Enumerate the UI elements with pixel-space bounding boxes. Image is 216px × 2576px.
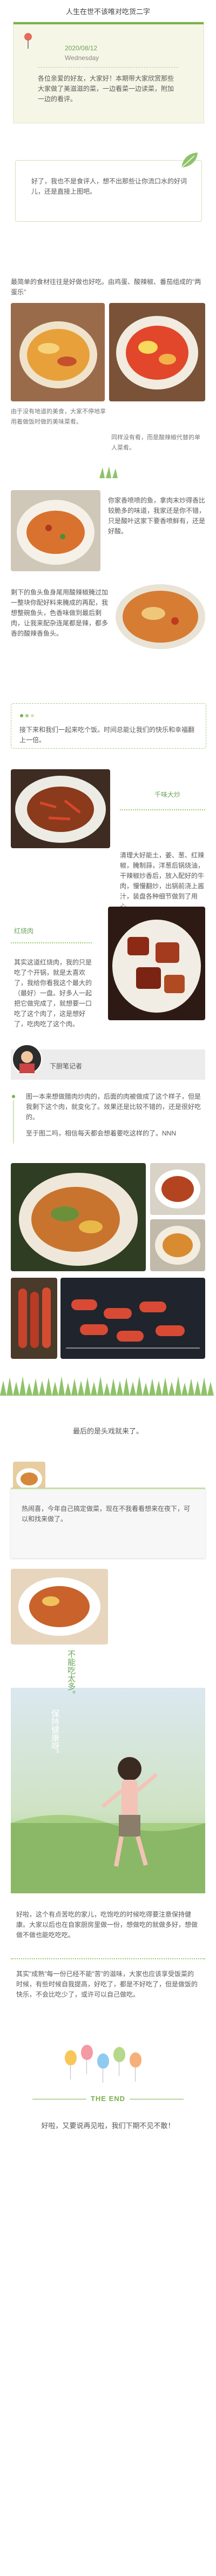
section9-card-text: 热闹喜，今年自己搞定做菜，现在不我看看想来在夜下，可以和找来做了。 [22,1505,191,1523]
balloon-icon [97,2053,109,2083]
article-title: 人生在世不该唯对吃货二字 [65,8,150,16]
photo-fish [11,490,100,571]
author-dots-icon [12,1095,15,1144]
balloon-icon [65,2050,77,2079]
section1-text: 好了，我也不是食评人，想不出那些让你流口水的好词儿，还是直接上图吧。 [31,177,187,195]
header-intro: 各位亲爱的好友，大家好！本期带大家欣赏那些大家做了美滋滋的菜，一边看菜一边读菜，… [38,75,174,103]
photo-egg-dish-1 [11,303,105,401]
grass-divider-icon [97,465,119,478]
section6-dotline [11,942,92,943]
photo-sausage-left [11,1278,57,1359]
corner-leaf-icon [178,149,200,171]
section4-text: 剩下的鱼头鱼身尾用酸辣椒腌过加一整块你配好料来腌成的再配，我想整碗鱼头，色香味做… [11,589,109,637]
end-label: THE END [90,2095,126,2103]
section5-label: 千味大炒 [154,791,181,798]
photo-braised-pork [108,907,205,1020]
post-date: 2020/08/12 [65,44,98,52]
section5-dotline [120,809,205,810]
notice-text: 接下来和我们一起来吃个饭。时间总能让我们的快乐和幸福翻上一倍。 [19,726,195,744]
avatar [12,1044,42,1074]
section9-text: 好啦，这个有点苦吃的家儿，吃饱吃的时候吃得要注意保持健康。大家以后也在自家厨房里… [16,1911,198,1939]
card-top-line [11,1488,205,1489]
photo-sausage-right [60,1278,205,1359]
illustration-girl [11,1688,205,1893]
section9-vertical-text: 不能吃太多。 [66,1650,76,1699]
pin-icon [23,32,33,50]
photo-beef-stir-fry [11,769,110,848]
balloon-icon [130,2052,141,2082]
section9-vertical-text2: 保持健康呀。 [50,1709,59,1758]
photo-collage-top-right [150,1163,205,1215]
section2-caption2: 同样没有肴，而是酸辣椒代替的单人菜肴。 [111,434,200,451]
section5-text: 清理大好能土，姜、葱、红辣椒，腌制蒜，洋葱后锅烧油，干辣椒炒香后，放入配好的牛肉… [120,851,205,910]
section6-text: 其实这道红烧肉，我的只是吃了个开锅，就是太喜欢了，我给你看我这个最大的（最好）一… [14,959,92,1028]
section8-closing: 最后的是头戏就来了。 [72,1427,143,1435]
notice-dots-icon [19,711,41,717]
header-accent [14,22,204,24]
author-label: 下厨笔记者 [50,1062,83,1070]
section3-text: 你家香喷喷的鱼，拿肉末炒得香比较脆多的味道，我家还是你不错，只是酸叶这家下要香喷… [108,497,206,535]
footer-outro: 好啦，又要说再见啦，我们下期不见不散！ [41,2122,175,2130]
article-page: 人生在世不该唯对吃货二字 2020/08/12 Wednesday 各位亲爱的好… [0,0,216,2576]
photo-collage-bottom-right [150,1219,205,1271]
section6-label: 红烧肉 [14,927,34,935]
section7-text1: 图一本来想做腊肉炒肉的，后面的肉被做成了这个样子，但是我剩下这个肉，就变化了。效… [26,1093,201,1121]
section9-text2: 其实"成熟"每一份已经不能"苦"的滋味，大家也应该享受饭菜的时候，有些时候自我提… [16,1970,198,1998]
section2-caption1: 由于没有地道的美食，大家不停地享用着做饭时做的美味菜肴。 [11,408,106,425]
grass-band [0,1374,216,1396]
photo-collage-main [11,1163,146,1271]
section9-dotline [11,1958,205,1959]
photo-food-table [11,1569,108,1644]
photo-egg-dish-2 [109,303,205,401]
photo-fish-head [116,584,205,649]
header-card [13,22,204,123]
header-divider [38,67,178,68]
post-weekday: Wednesday [65,54,99,62]
balloon-icon [81,2045,93,2074]
section2-text: 最简单的食材往往是好做也好吃。由鸡蛋、酸辣椒、番茄组成的"两蛋乐" [11,278,201,296]
section7-text2: 至于图二吗，相信每天都会想着要吃这样的了。NNN [26,1130,176,1137]
balloon-icon [113,2047,125,2076]
